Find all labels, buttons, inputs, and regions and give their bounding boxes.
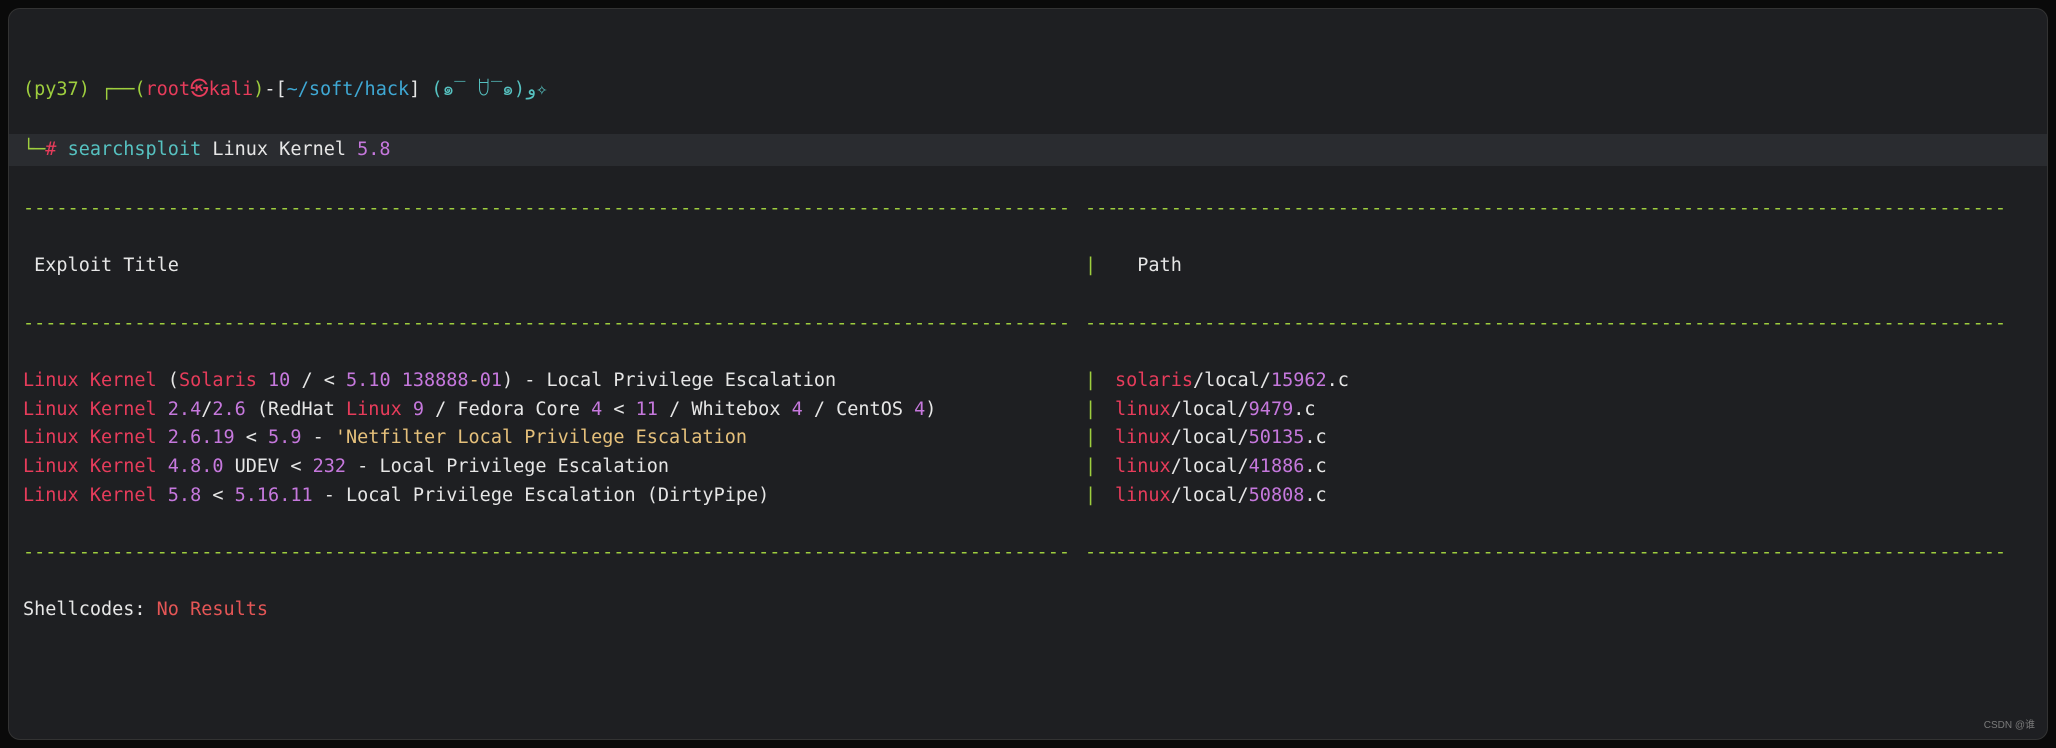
- prompt-box-bottom: └─: [23, 139, 45, 160]
- footer-line: Shellcodes: No Results: [23, 596, 2033, 625]
- exploit-path: solaris/local/15962.c: [1115, 367, 2033, 396]
- prompt-hash: #: [45, 139, 67, 160]
- exploit-path: linux/local/50135.c: [1115, 424, 2033, 453]
- exploit-path: linux/local/9479.c: [1115, 396, 2033, 425]
- footer-value: No Results: [157, 599, 268, 620]
- terminal[interactable]: (py37) ┌──(root㉿kali)-[~/soft/hack] (๑‾ …: [8, 8, 2048, 740]
- divider-mid: ----------------------------------------…: [23, 310, 2033, 339]
- table-row: Linux Kernel 2.4/2.6 (RedHat Linux 9 / F…: [23, 396, 2033, 425]
- env-name: (py37): [23, 79, 90, 100]
- exploit-title: Linux Kernel 2.4/2.6 (RedHat Linux 9 / F…: [23, 396, 1085, 425]
- prompt-face: (๑‾ ꇴ‾๑)و✧: [420, 79, 547, 100]
- column-separator: |: [1085, 252, 1115, 281]
- prompt-path: ~/soft/hack: [287, 79, 410, 100]
- watermark: CSDN @谁: [1984, 718, 2035, 734]
- divider-bottom: ----------------------------------------…: [23, 539, 2033, 568]
- column-header-title: Exploit Title: [23, 252, 1085, 281]
- row-separator: |: [1085, 424, 1115, 453]
- command-args-version: 5.8: [357, 139, 390, 160]
- row-separator: |: [1085, 396, 1115, 425]
- footer-label: Shellcodes:: [23, 599, 157, 620]
- prompt-user: root: [146, 79, 191, 100]
- command-name: searchsploit: [68, 139, 202, 160]
- exploit-title: Linux Kernel 4.8.0 UDEV < 232 - Local Pr…: [23, 453, 1085, 482]
- prompt-symbol: ㉿: [190, 79, 209, 100]
- prompt-line-2[interactable]: └─# searchsploit Linux Kernel 5.8: [9, 134, 2047, 167]
- table-header: Exploit Title| Path: [23, 252, 2033, 281]
- prompt-box-top: ┌──: [101, 79, 134, 100]
- exploit-title: Linux Kernel 5.8 < 5.16.11 - Local Privi…: [23, 482, 1085, 511]
- exploit-title: Linux Kernel 2.6.19 < 5.9 - 'Netfilter L…: [23, 424, 1085, 453]
- row-separator: |: [1085, 482, 1115, 511]
- column-header-path: Path: [1115, 252, 2033, 281]
- exploit-path: linux/local/50808.c: [1115, 482, 2033, 511]
- row-separator: |: [1085, 453, 1115, 482]
- divider-top: ----------------------------------------…: [23, 195, 2033, 224]
- row-separator: |: [1085, 367, 1115, 396]
- table-row: Linux Kernel 4.8.0 UDEV < 232 - Local Pr…: [23, 453, 2033, 482]
- exploit-title: Linux Kernel (Solaris 10 / < 5.10 138888…: [23, 367, 1085, 396]
- table-row: Linux Kernel 5.8 < 5.16.11 - Local Privi…: [23, 482, 2033, 511]
- table-row: Linux Kernel (Solaris 10 / < 5.10 138888…: [23, 367, 2033, 396]
- prompt-host: kali: [209, 79, 254, 100]
- prompt-line-1: (py37) ┌──(root㉿kali)-[~/soft/hack] (๑‾ …: [23, 76, 2033, 105]
- table-row: Linux Kernel 2.6.19 < 5.9 - 'Netfilter L…: [23, 424, 2033, 453]
- exploit-path: linux/local/41886.c: [1115, 453, 2033, 482]
- command-args-text: Linux Kernel: [201, 139, 357, 160]
